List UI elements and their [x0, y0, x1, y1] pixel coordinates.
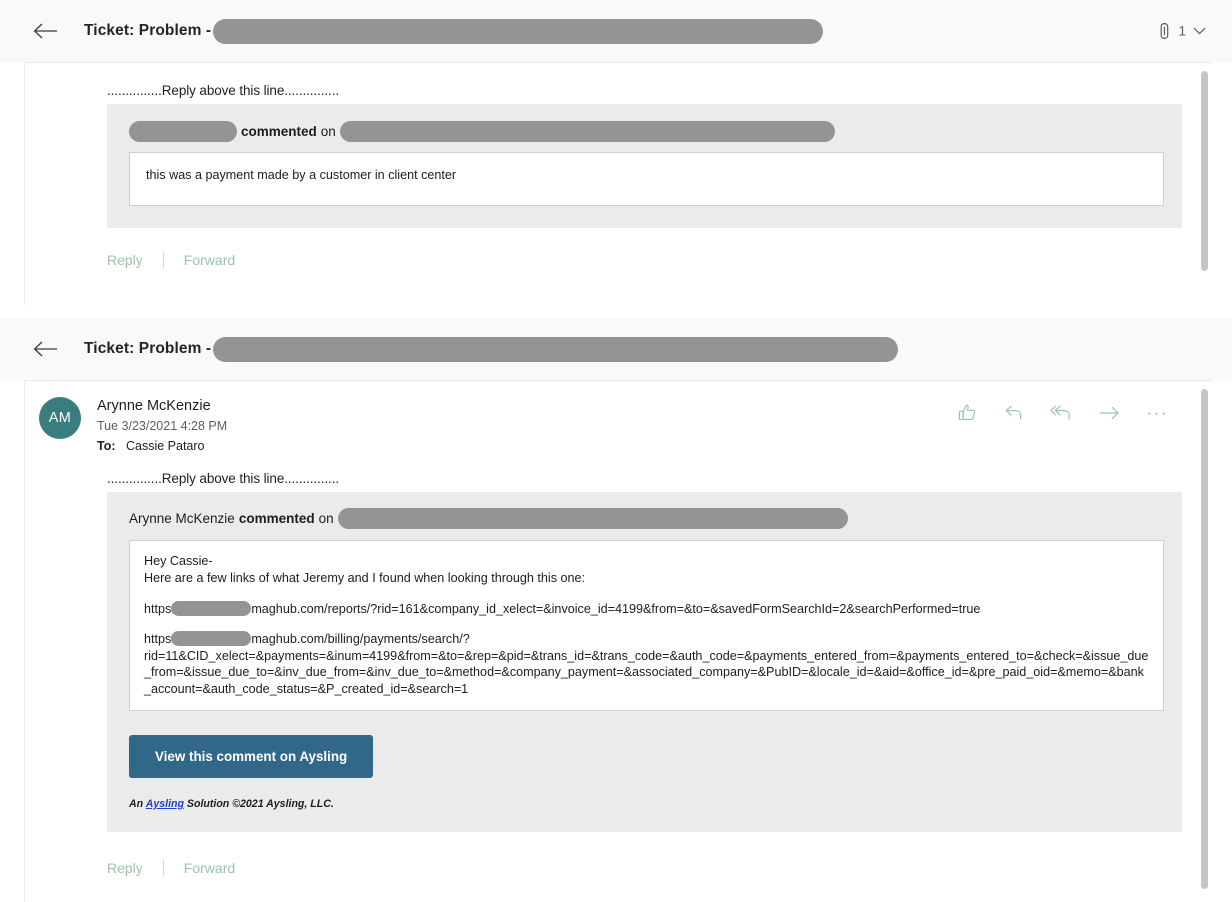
commented-on-line: commented on — [129, 120, 1164, 142]
panel-title-text: Ticket: Problem - — [84, 22, 212, 39]
avatar-initials: AM — [48, 410, 72, 426]
commenter-name: Arynne McKenzie — [129, 511, 235, 527]
scrollbar-track-top[interactable] — [1196, 63, 1212, 305]
aysling-link[interactable]: Aysling — [146, 798, 184, 810]
divider — [162, 859, 164, 877]
forward-link[interactable]: Forward — [184, 246, 235, 274]
redacted-domain-1 — [171, 601, 252, 617]
scrollbar-thumb-top[interactable] — [1201, 71, 1208, 271]
more-actions-icon[interactable]: ··· — [1147, 404, 1168, 421]
reply-icon[interactable] — [1004, 404, 1023, 421]
reading-pane-top: Ticket: Problem - 1 ...............Reply… — [0, 0, 1232, 305]
attachment-count: 1 — [1178, 23, 1186, 39]
redacted-subject — [213, 336, 899, 362]
link-2[interactable]: https maghub.com/billing/payments/search/… — [144, 631, 1149, 648]
reply-link[interactable]: Reply — [107, 246, 143, 274]
forward-icon[interactable] — [1098, 405, 1120, 421]
footer-pre-text: An — [129, 797, 144, 810]
link-1[interactable]: https maghub.com/reports/?rid=161&company… — [144, 601, 1149, 618]
like-icon[interactable] — [958, 403, 977, 422]
notification-block-bottom: Arynne McKenzie commented on Hey Cassie-… — [107, 491, 1182, 832]
link-1-rest: maghub.com/reports/?rid=161&company_id_x… — [251, 602, 981, 617]
forward-link[interactable]: Forward — [184, 854, 235, 882]
reply-above-line: ...............Reply above this line....… — [107, 470, 339, 486]
comment-body-box: Hey Cassie- Here are a few links of what… — [129, 539, 1164, 711]
greeting-text: Hey Cassie- — [144, 553, 213, 568]
intro-text: Here are a few links of what Jeremy and … — [144, 571, 586, 586]
view-comment-button[interactable]: View this comment on Aysling — [129, 734, 374, 778]
panel-title-text: Ticket: Problem - — [84, 340, 212, 357]
panel-body-top: ...............Reply above this line....… — [24, 62, 1212, 305]
redacted-ticket-name — [337, 508, 848, 530]
sender-name: Arynne McKenzie — [97, 398, 211, 414]
avatar: AM — [39, 397, 81, 439]
recipients-line: To: Cassie Pataro — [97, 438, 227, 455]
redacted-commenter-name — [129, 120, 237, 142]
scrollbar-thumb-bottom[interactable] — [1201, 389, 1208, 889]
redacted-subject — [213, 18, 824, 44]
comment-text: this was a payment made by a customer in… — [146, 168, 457, 182]
scrollbar-track-bottom[interactable] — [1196, 381, 1212, 902]
page-title: Ticket: Problem - — [84, 336, 899, 362]
commented-on-label: on — [318, 511, 334, 527]
header-right-controls: 1 — [1158, 22, 1206, 40]
link-1-prefix: https — [144, 602, 172, 617]
redacted-domain-2 — [171, 631, 252, 647]
back-arrow-icon[interactable] — [28, 14, 62, 48]
back-arrow-icon[interactable] — [28, 332, 62, 366]
aysling-footer: An Aysling Solution ©2021 Aysling, LLC. — [129, 798, 1164, 810]
link-2-query[interactable]: rid=11&CID_xelect=&payments=&inum=4199&f… — [144, 648, 1149, 698]
message-header: AM Arynne McKenzie Tue 3/23/2021 4:28 PM… — [25, 381, 1212, 455]
email-content-top: ...............Reply above this line....… — [25, 63, 1212, 228]
message-actions: ··· — [958, 403, 1168, 422]
notification-block-top: commented on this was a payment made by … — [107, 104, 1182, 228]
page-title: Ticket: Problem - — [84, 18, 824, 44]
commented-label: commented — [241, 123, 317, 139]
reply-forward-bar-top: Reply Forward — [25, 246, 1212, 274]
to-recipients: Cassie Pataro — [125, 438, 205, 453]
sent-timestamp: Tue 3/23/2021 4:28 PM — [97, 419, 228, 434]
divider — [162, 251, 164, 269]
reply-link[interactable]: Reply — [107, 854, 143, 882]
panel-header-top: Ticket: Problem - 1 — [0, 0, 1232, 62]
redacted-ticket-name — [339, 120, 835, 142]
link-2-prefix: https — [144, 632, 172, 647]
commented-on-line: Arynne McKenzie commented on — [129, 508, 1164, 530]
panel-body-bottom: AM Arynne McKenzie Tue 3/23/2021 4:28 PM… — [24, 380, 1212, 902]
email-content-bottom: ...............Reply above this line....… — [25, 455, 1212, 832]
commented-on-label: on — [320, 123, 336, 139]
to-label: To: — [97, 438, 116, 453]
reading-pane-bottom: Ticket: Problem - AM Arynne McKenzie Tue… — [0, 318, 1232, 902]
comment-body-box: this was a payment made by a customer in… — [129, 152, 1164, 206]
chevron-down-icon[interactable] — [1193, 27, 1206, 36]
screenshot-root: Ticket: Problem - 1 ...............Reply… — [0, 0, 1232, 902]
commented-label: commented — [238, 511, 315, 527]
reply-all-icon[interactable] — [1049, 404, 1072, 421]
footer-post-text: Solution ©2021 Aysling, LLC. — [186, 797, 334, 810]
link-2-rest: maghub.com/billing/payments/search/? — [251, 632, 470, 647]
reply-forward-bar-bottom: Reply Forward — [25, 854, 1212, 882]
panel-header-bottom: Ticket: Problem - — [0, 318, 1232, 380]
reply-above-line: ...............Reply above this line....… — [107, 83, 339, 98]
paperclip-icon[interactable] — [1158, 22, 1171, 40]
message-meta-text: Arynne McKenzie Tue 3/23/2021 4:28 PM To… — [97, 397, 227, 455]
